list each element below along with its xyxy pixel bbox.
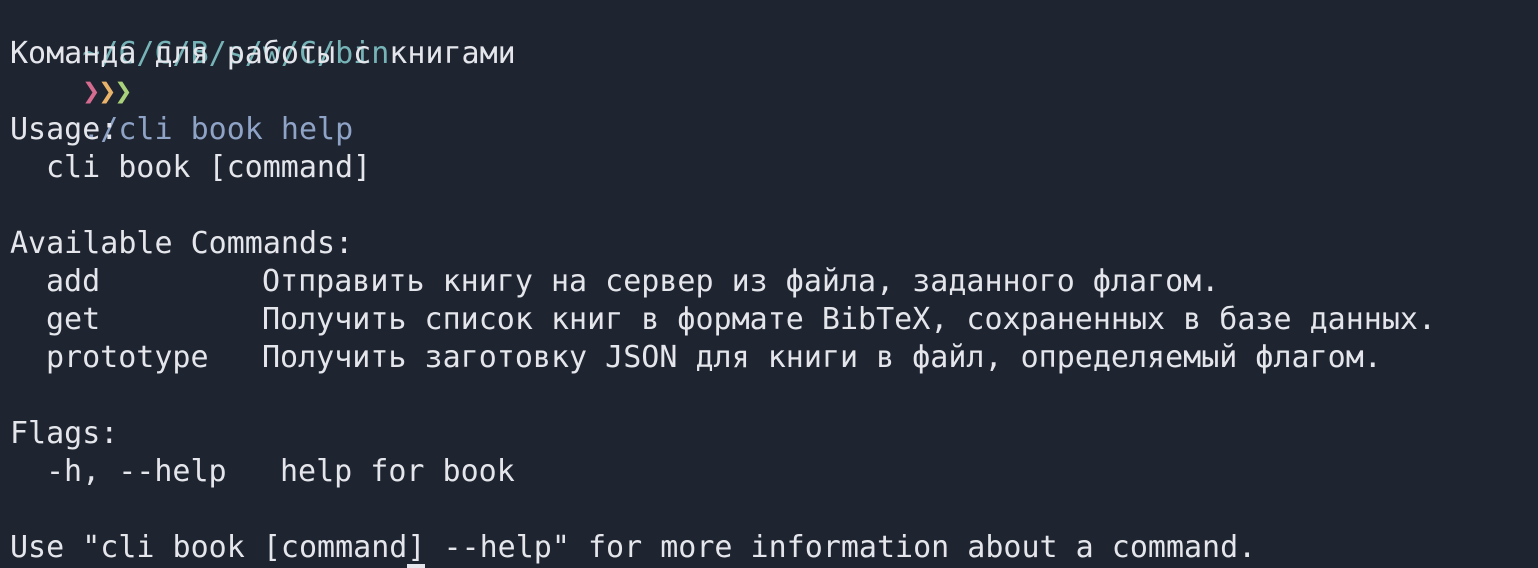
- flag-name: -h, --help: [46, 454, 227, 489]
- command-row: prototype Получить заготовку JSON для кни…: [10, 339, 1382, 377]
- usage-line: cli book [command]: [10, 149, 371, 187]
- prompt-arrows-icon: ❯❯❯: [82, 74, 132, 109]
- command-desc: Получить список книг в формате BibTeX, с…: [262, 302, 1436, 337]
- prompt-command: ./cli book help: [82, 112, 354, 147]
- flag-row: -h, --help help for book: [10, 453, 515, 491]
- command-name: get: [46, 302, 101, 337]
- text-cursor: [407, 564, 425, 568]
- command-row: get Получить список книг в формате BibTeX…: [10, 301, 1436, 339]
- command-description: Команда для работы с книгами: [10, 36, 516, 71]
- command-name: prototype: [46, 340, 209, 375]
- prompt-line: ~/C/C/B/s/w/C/bin ❯❯❯ ./cli book help: [10, 0, 389, 147]
- flags-header: Flags:: [10, 416, 119, 451]
- commands-header: Available Commands:: [10, 226, 354, 261]
- command-desc: Получить заготовку JSON для книги в файл…: [262, 340, 1382, 375]
- command-row: add Отправить книгу на сервер из файла, з…: [10, 263, 1219, 301]
- help-footer: Use "cli book [command] --help" for more…: [10, 530, 1257, 565]
- usage-text: cli book [command]: [46, 150, 372, 185]
- command-name: add: [46, 264, 101, 299]
- usage-header: Usage:: [10, 112, 119, 147]
- terminal-window[interactable]: ~/C/C/B/s/w/C/bin ❯❯❯ ./cli book help Ко…: [0, 0, 1538, 568]
- command-desc: Отправить книгу на сервер из файла, зада…: [262, 264, 1220, 299]
- flag-desc: help for book: [280, 454, 515, 489]
